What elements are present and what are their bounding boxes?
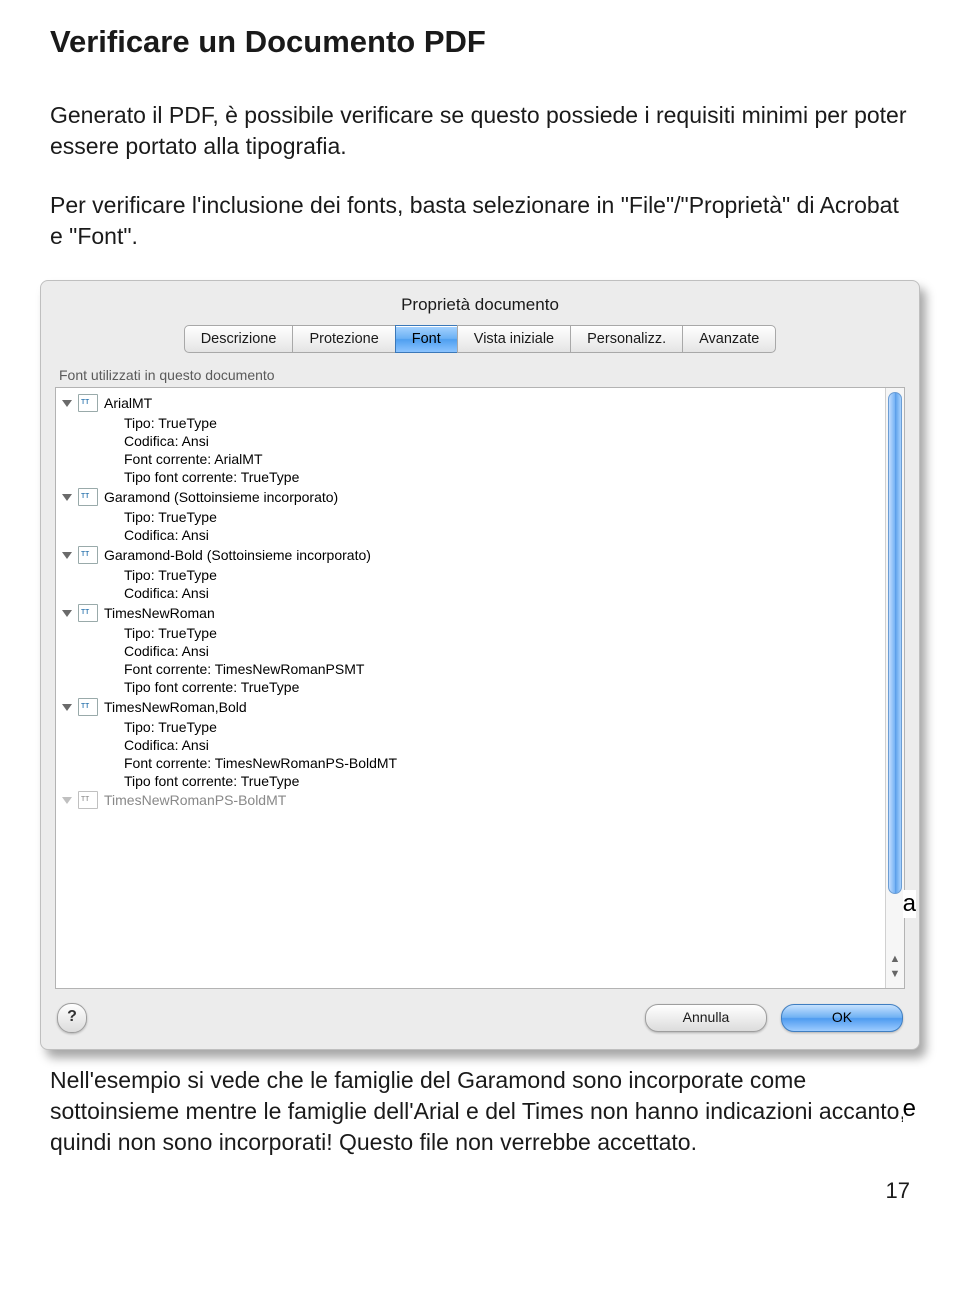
font-detail-line: Tipo font corrente: TrueType — [56, 468, 886, 486]
intro-paragraph-1: Generato il PDF, è possibile verificare … — [50, 100, 910, 162]
scrollbar[interactable]: ▲ ▼ — [885, 388, 904, 988]
font-name-label: TimesNewRoman — [104, 605, 880, 621]
font-name-label: Garamond (Sottoinsieme incorporato) — [104, 489, 880, 505]
page-number: 17 — [50, 1178, 910, 1204]
dialog-button-bar: ? Annulla OK — [41, 989, 919, 1035]
document-properties-dialog: Proprietà documento DescrizioneProtezion… — [40, 280, 920, 1050]
help-button[interactable]: ? — [57, 1003, 87, 1033]
cancel-button[interactable]: Annulla — [645, 1004, 767, 1032]
disclosure-triangle-icon[interactable] — [62, 400, 72, 407]
button-group: Annulla OK — [645, 1004, 903, 1032]
scroll-up-icon[interactable]: ▲ — [888, 952, 902, 967]
font-detail-line: Codifica: Ansi — [56, 736, 886, 754]
disclosure-triangle-icon[interactable] — [62, 552, 72, 559]
truetype-icon — [78, 488, 98, 506]
tab-bar: DescrizioneProtezioneFontVista inizialeP… — [41, 325, 919, 353]
font-detail-line: Tipo: TrueType — [56, 508, 886, 526]
font-detail-line: Codifica: Ansi — [56, 642, 886, 660]
font-detail-line: Font corrente: ArialMT — [56, 450, 886, 468]
font-detail-line: Tipo: TrueType — [56, 624, 886, 642]
font-entry[interactable]: Garamond-Bold (Sottoinsieme incorporato) — [56, 544, 886, 566]
tab-vista-iniziale[interactable]: Vista iniziale — [457, 325, 571, 353]
font-detail-line: Tipo: TrueType — [56, 414, 886, 432]
font-entry[interactable]: TimesNewRoman,Bold — [56, 696, 886, 718]
truetype-icon — [78, 791, 98, 809]
font-name-label: ArialMT — [104, 395, 880, 411]
font-entry-cutoff: TimesNewRomanPS-BoldMT — [56, 790, 886, 810]
font-name-label: TimesNewRoman,Bold — [104, 699, 880, 715]
tab-avanzate[interactable]: Avanzate — [682, 325, 776, 353]
scroll-down-icon[interactable]: ▼ — [888, 967, 902, 982]
font-name-label: Garamond-Bold (Sottoinsieme incorporato) — [104, 547, 880, 563]
disclosure-triangle-icon — [62, 797, 72, 804]
disclosure-triangle-icon[interactable] — [62, 610, 72, 617]
truetype-icon — [78, 604, 98, 622]
font-detail-line: Tipo font corrente: TrueType — [56, 678, 886, 696]
scrollbar-arrows[interactable]: ▲ ▼ — [888, 952, 902, 986]
font-detail-line: Tipo: TrueType — [56, 718, 886, 736]
truetype-icon — [78, 394, 98, 412]
font-detail-line: Font corrente: TimesNewRomanPS-BoldMT — [56, 754, 886, 772]
tab-font[interactable]: Font — [395, 325, 458, 353]
document-page: Verificare un Documento PDF Generato il … — [0, 0, 960, 1234]
tab-protezione[interactable]: Protezione — [292, 325, 395, 353]
disclosure-triangle-icon[interactable] — [62, 704, 72, 711]
page-title: Verificare un Documento PDF — [50, 24, 910, 60]
font-entry[interactable]: Garamond (Sottoinsieme incorporato) — [56, 486, 886, 508]
disclosure-triangle-icon[interactable] — [62, 494, 72, 501]
truetype-icon — [78, 698, 98, 716]
intro-paragraph-2: Per verificare l'inclusione dei fonts, b… — [50, 190, 910, 252]
stray-glyph-a: a — [903, 890, 916, 918]
tab-descrizione[interactable]: Descrizione — [184, 325, 294, 353]
font-detail-line: Tipo font corrente: TrueType — [56, 772, 886, 790]
tab-personalizz-[interactable]: Personalizz. — [570, 325, 683, 353]
font-detail-line: Font corrente: TimesNewRomanPSMT — [56, 660, 886, 678]
font-detail-line: Tipo: TrueType — [56, 566, 886, 584]
font-detail-line: Codifica: Ansi — [56, 432, 886, 450]
font-detail-line: Codifica: Ansi — [56, 526, 886, 544]
stray-glyph-e: e — [903, 1095, 916, 1123]
ok-button[interactable]: OK — [781, 1004, 903, 1032]
font-name-label: TimesNewRomanPS-BoldMT — [104, 792, 880, 808]
scrollbar-thumb[interactable] — [888, 392, 902, 894]
fonts-group-label: Font utilizzati in questo documento — [41, 367, 919, 387]
truetype-icon — [78, 546, 98, 564]
outro-paragraph: Nell'esempio si vede che le famiglie del… — [50, 1065, 910, 1158]
font-detail-line: Codifica: Ansi — [56, 584, 886, 602]
fonts-list[interactable]: ArialMTTipo: TrueTypeCodifica: AnsiFont … — [55, 387, 905, 989]
font-entry[interactable]: ArialMT — [56, 392, 886, 414]
dialog-screenshot: Proprietà documento DescrizioneProtezion… — [40, 280, 920, 1050]
font-entry[interactable]: TimesNewRoman — [56, 602, 886, 624]
dialog-title: Proprietà documento — [41, 281, 919, 325]
fonts-list-content: ArialMTTipo: TrueTypeCodifica: AnsiFont … — [56, 388, 886, 988]
